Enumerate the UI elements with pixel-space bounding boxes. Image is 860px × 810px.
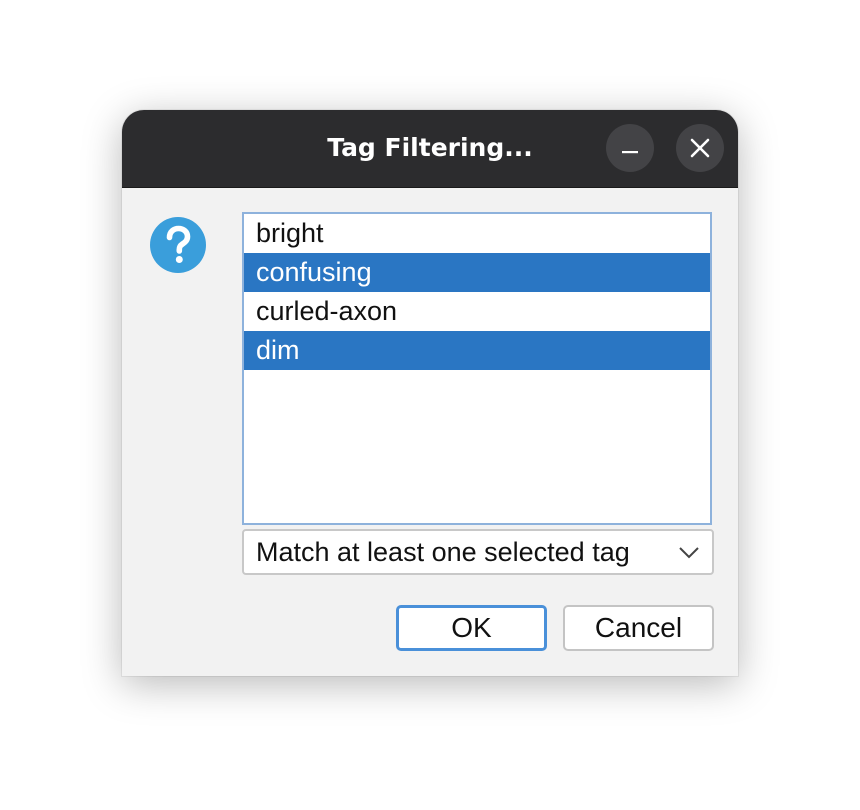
cancel-button[interactable]: Cancel <box>563 605 714 651</box>
minimize-button[interactable] <box>606 124 654 172</box>
chevron-down-icon <box>679 547 699 559</box>
match-mode-value: Match at least one selected tag <box>256 537 630 567</box>
tag-list-item[interactable]: curled-axon <box>244 292 710 331</box>
match-mode-dropdown[interactable]: Match at least one selected tag <box>242 529 714 575</box>
tag-list-item[interactable]: dim <box>244 331 710 370</box>
tag-filtering-dialog: Tag Filtering... bright confusing curled-a… <box>122 110 738 676</box>
close-button[interactable] <box>676 124 724 172</box>
close-icon <box>690 138 710 158</box>
ok-button[interactable]: OK <box>396 605 547 651</box>
title-bar[interactable]: Tag Filtering... <box>122 110 738 188</box>
dialog-content: bright confusing curled-axon dim Match at l… <box>122 188 738 676</box>
tag-list-item[interactable]: confusing <box>244 253 710 292</box>
tag-list-item[interactable]: bright <box>244 214 710 253</box>
tag-list[interactable]: bright confusing curled-axon dim <box>242 212 712 525</box>
minimize-icon <box>622 151 638 154</box>
question-icon <box>150 217 206 273</box>
